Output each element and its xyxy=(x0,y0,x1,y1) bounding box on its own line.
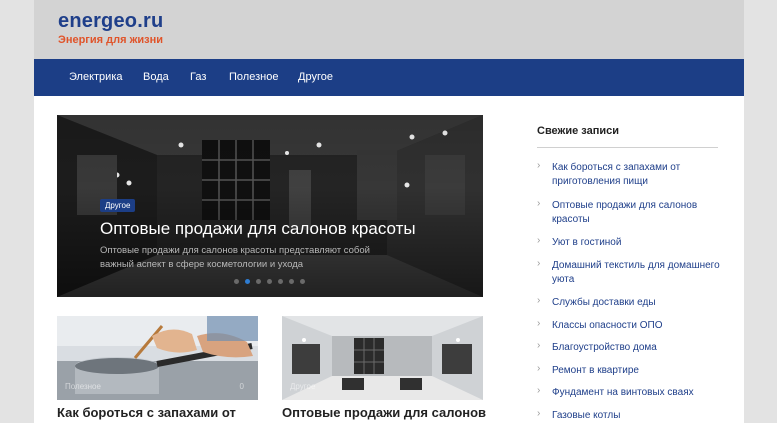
chevron-right-icon: › xyxy=(537,340,541,351)
site-tagline: Энергия для жизни xyxy=(58,34,164,46)
sidebar-divider xyxy=(537,147,718,148)
chevron-right-icon: › xyxy=(537,258,541,269)
post-card-cooking[interactable]: Полезное 0 xyxy=(57,316,258,400)
hero-title[interactable]: Оптовые продажи для салонов красоты xyxy=(100,219,416,239)
sidebar-link[interactable]: Уют в гостиной xyxy=(552,236,722,250)
sidebar-link[interactable]: Ремонт в квартире xyxy=(552,364,722,378)
chevron-right-icon: › xyxy=(537,235,541,246)
hero-category-badge[interactable]: Другое xyxy=(100,199,136,212)
card-category[interactable]: Другое xyxy=(290,382,315,391)
slider-dot[interactable] xyxy=(300,279,305,284)
hero-excerpt: Оптовые продажи для салонов красоты пред… xyxy=(100,245,370,270)
page-container: energeo.ru Энергия для жизни Электрика В… xyxy=(34,0,744,423)
card-title-cooking[interactable]: Как бороться с запахами от приготовления… xyxy=(57,405,262,423)
slider-dot[interactable] xyxy=(289,279,294,284)
post-card-salon[interactable]: Другое xyxy=(282,316,483,400)
sidebar-recent-posts: Свежие записи › Как бороться с запахами … xyxy=(537,0,727,423)
sidebar-link[interactable]: Службы доставки еды xyxy=(552,296,722,310)
chevron-right-icon: › xyxy=(537,318,541,329)
slider-dot-active[interactable] xyxy=(245,279,250,284)
card-title-salon[interactable]: Оптовые продажи для салонов красоты xyxy=(282,405,487,423)
sidebar-link[interactable]: Газовые котлы xyxy=(552,409,722,423)
slider-dot[interactable] xyxy=(278,279,283,284)
page-margin-left xyxy=(0,0,34,423)
sidebar-link[interactable]: Фундамент на винтовых сваях xyxy=(552,386,722,400)
nav-item-useful[interactable]: Полезное xyxy=(229,71,278,83)
chevron-right-icon: › xyxy=(537,160,541,171)
slider-dots xyxy=(234,279,314,287)
sidebar-link[interactable]: Благоустройство дома xyxy=(552,341,722,355)
slider-dot[interactable] xyxy=(267,279,272,284)
nav-item-gas[interactable]: Газ xyxy=(190,71,206,83)
card-category[interactable]: Полезное xyxy=(65,382,101,391)
chevron-right-icon: › xyxy=(537,385,541,396)
sidebar-link[interactable]: Домашний текстиль для домашнего уюта xyxy=(552,259,722,287)
nav-item-electrics[interactable]: Электрика xyxy=(69,71,123,83)
nav-item-other[interactable]: Другое xyxy=(298,71,333,83)
chevron-right-icon: › xyxy=(537,198,541,209)
site-title[interactable]: energeo.ru xyxy=(58,10,163,33)
comment-count: 0 xyxy=(239,382,244,391)
sidebar-link[interactable]: Как бороться с запахами от приготовления… xyxy=(552,161,722,189)
slider-dot[interactable] xyxy=(234,279,239,284)
slider-dot[interactable] xyxy=(256,279,261,284)
featured-slider[interactable]: Другое Оптовые продажи для салонов красо… xyxy=(57,115,483,297)
chevron-right-icon: › xyxy=(537,295,541,306)
page-margin-right xyxy=(744,0,777,423)
sidebar-link[interactable]: Классы опасности ОПО xyxy=(552,319,722,333)
sidebar-title: Свежие записи xyxy=(537,125,619,137)
nav-item-water[interactable]: Вода xyxy=(143,71,169,83)
chevron-right-icon: › xyxy=(537,408,541,419)
chevron-right-icon: › xyxy=(537,363,541,374)
sidebar-link[interactable]: Оптовые продажи для салонов красоты xyxy=(552,199,722,227)
